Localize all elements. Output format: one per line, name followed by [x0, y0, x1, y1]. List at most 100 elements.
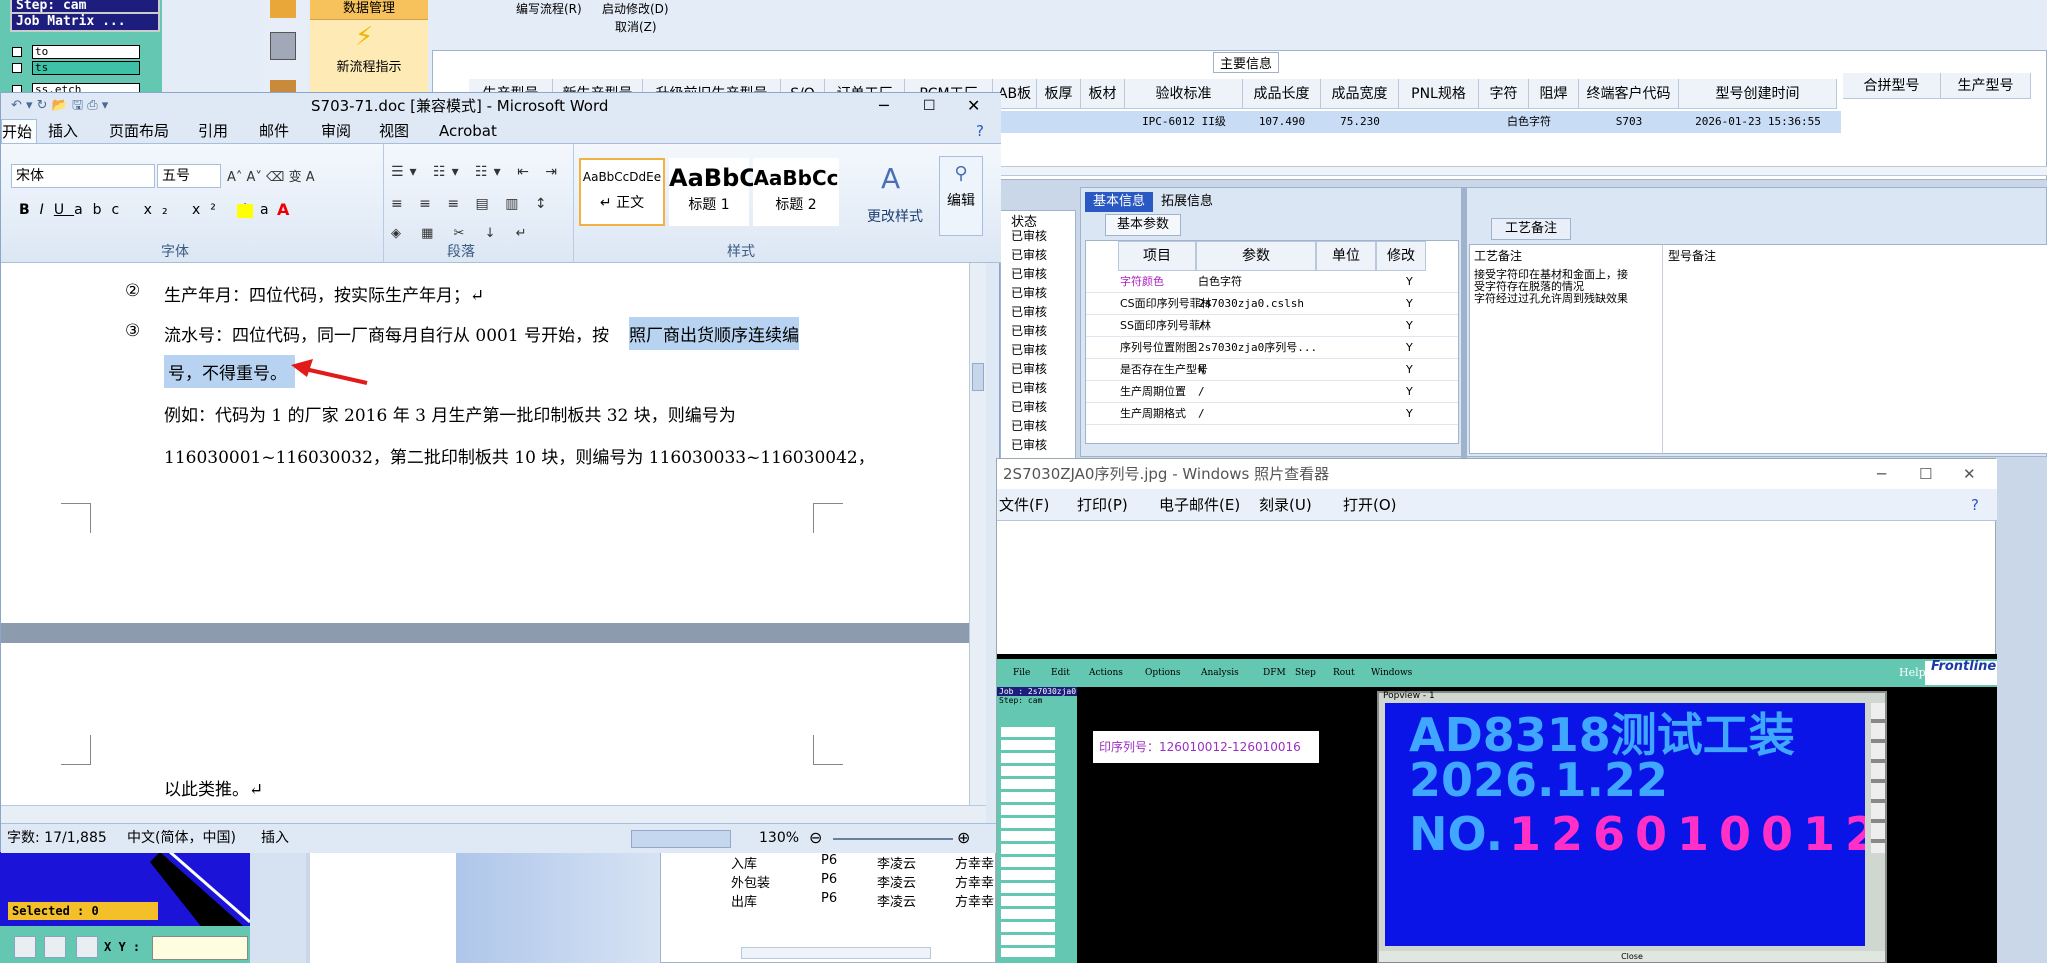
- help-icon[interactable]: ?: [1971, 489, 1979, 521]
- tree-scrollbar[interactable]: [741, 947, 931, 959]
- maximize-icon[interactable]: ☐: [923, 93, 936, 119]
- calculator-icon[interactable]: [270, 32, 296, 60]
- view-buttons[interactable]: [631, 830, 731, 848]
- col-header[interactable]: 阻焊: [1529, 79, 1579, 109]
- param-row[interactable]: 字符颜色 白色字符 Y: [1086, 271, 1458, 293]
- tab-basic-params[interactable]: 基本参数: [1105, 214, 1181, 236]
- menu-print[interactable]: 打印(P): [1077, 489, 1128, 521]
- maximize-icon[interactable]: ☐: [1919, 459, 1932, 489]
- cancel-button[interactable]: 取消(Z): [615, 18, 657, 35]
- col-header[interactable]: 板材: [1081, 79, 1125, 109]
- edit-group[interactable]: ⚲ 编辑: [939, 156, 983, 236]
- scroll-thumb[interactable]: [972, 363, 984, 391]
- col-header[interactable]: 成品宽度: [1321, 79, 1399, 109]
- tab-basic-info[interactable]: 基本信息: [1085, 192, 1153, 212]
- selected-text[interactable]: 照厂商出货顺序连续编: [629, 317, 799, 350]
- menu-burn[interactable]: 刻录(U): [1259, 489, 1312, 521]
- tree-name[interactable]: 外包装: [731, 872, 770, 891]
- quick-access-icons[interactable]: ↶ ▾ ↻ 📂 🖫 ⎙ ▾: [11, 93, 108, 119]
- list-buttons[interactable]: ☰▾ ☷▾ ☷▾ ⇤ ⇥: [391, 164, 563, 180]
- zoom-level[interactable]: 130%: [759, 824, 799, 852]
- col-unit[interactable]: 单位: [1316, 241, 1376, 271]
- vertical-scrollbar[interactable]: [969, 263, 986, 805]
- tab-ext-info[interactable]: 拓展信息: [1161, 192, 1213, 212]
- start-modify-button[interactable]: 启动修改(D): [602, 0, 669, 17]
- font-name-select[interactable]: 宋体: [11, 164, 155, 188]
- tab-mailings[interactable]: 邮件: [259, 119, 289, 143]
- menu-open[interactable]: 打开(O): [1343, 489, 1397, 521]
- param-row[interactable]: 是否存在生产型号 N Y: [1086, 359, 1458, 381]
- param-row[interactable]: 序列号位置附图 2s7030zja0序列号... Y: [1086, 337, 1458, 359]
- font-size-select[interactable]: 五号: [157, 164, 221, 188]
- tree-name[interactable]: 出库: [731, 891, 757, 910]
- popview-toolbar[interactable]: [1871, 703, 1885, 853]
- style-heading2[interactable]: AaBbCc 标题 2: [753, 158, 839, 226]
- col-item[interactable]: 项目: [1118, 241, 1196, 271]
- database-icon[interactable]: [270, 0, 296, 18]
- col-header[interactable]: 成品长度: [1243, 79, 1321, 109]
- minimize-icon[interactable]: ─: [879, 93, 889, 119]
- new-flow-button[interactable]: 新流程指示: [316, 56, 422, 75]
- change-style-button[interactable]: 更改样式: [867, 206, 923, 226]
- tab-layout[interactable]: 页面布局: [109, 119, 169, 143]
- xy-input[interactable]: [152, 936, 248, 960]
- close-icon[interactable]: ✕: [967, 93, 980, 119]
- style-normal[interactable]: AaBbCcDdEe ↵ 正文: [579, 158, 665, 226]
- param-row[interactable]: SS面印序列号菲林 / Y: [1086, 315, 1458, 337]
- grid-icon[interactable]: [76, 936, 98, 958]
- tree-name[interactable]: 入库: [731, 853, 757, 872]
- write-flow-button[interactable]: 编写流程(R): [516, 0, 582, 17]
- close-icon[interactable]: ✕: [1963, 459, 1976, 489]
- zoom-out-icon[interactable]: ⊖: [809, 824, 822, 852]
- menu-file[interactable]: 文件(F): [999, 489, 1049, 521]
- insert-mode[interactable]: 插入: [261, 824, 289, 852]
- data-mgmt-tab[interactable]: 数据管理: [310, 0, 428, 20]
- zoom-slider[interactable]: [833, 838, 953, 840]
- tab-view[interactable]: 视图: [379, 119, 409, 143]
- minimize-icon[interactable]: ─: [1877, 459, 1886, 489]
- language[interactable]: 中文(简体，中国): [127, 824, 236, 852]
- layer-row[interactable]: ts: [12, 61, 140, 75]
- popview-close-button[interactable]: Close: [1379, 951, 1885, 962]
- horizontal-scrollbar[interactable]: [1, 805, 986, 823]
- col-header[interactable]: 字符: [1479, 79, 1529, 109]
- col-header[interactable]: 终端客户代码: [1579, 79, 1679, 109]
- param-row[interactable]: CS面印序列号菲林 2s7030zja0.cslsh Y: [1086, 293, 1458, 315]
- tab-home[interactable]: 开始: [1, 119, 37, 143]
- highlight-icon[interactable]: [237, 204, 253, 218]
- tab-process-notes[interactable]: 工艺备注: [1491, 218, 1571, 240]
- param-row[interactable]: 生产周期位置 / Y: [1086, 381, 1458, 403]
- align-buttons[interactable]: ≡ ≡ ≡ ▤ ▥ ↕: [391, 196, 553, 212]
- zoom-icon[interactable]: [14, 936, 36, 958]
- grid-scrollbar[interactable]: [993, 166, 2047, 176]
- cam-graphic: Selected : 0 X Y :: [0, 852, 250, 963]
- col-header[interactable]: PNL规格: [1399, 79, 1479, 109]
- change-style-icon[interactable]: A: [881, 162, 900, 195]
- tab-review[interactable]: 审阅: [321, 119, 351, 143]
- tab-acrobat[interactable]: Acrobat: [439, 119, 497, 143]
- help-icon[interactable]: ?: [976, 119, 984, 143]
- col-header[interactable]: 型号创建时间: [1679, 79, 1837, 109]
- tab-references[interactable]: 引用: [198, 119, 228, 143]
- menu-email[interactable]: 电子邮件(E): [1159, 489, 1240, 521]
- layer-row[interactable]: to: [12, 45, 140, 59]
- splitter[interactable]: [1461, 188, 1467, 458]
- selected-text[interactable]: 号，不得重号。: [164, 355, 295, 388]
- style-heading1[interactable]: AaBbC 标题 1: [669, 158, 757, 226]
- job-matrix-button[interactable]: Job Matrix ...: [10, 12, 160, 32]
- tab-insert[interactable]: 插入: [48, 119, 78, 143]
- param-row[interactable]: 生产周期格式 / Y: [1086, 403, 1458, 425]
- notes-text: 接受字符印在基材和金面上，接 受字符存在脱落的情况 字符经过过孔允许周到残缺效果: [1474, 269, 1628, 305]
- col-header[interactable]: 验收标准: [1125, 79, 1243, 109]
- col-header[interactable]: 生产型号: [1941, 73, 2031, 99]
- col-param[interactable]: 参数: [1196, 241, 1316, 271]
- word-count[interactable]: 字数: 17/1,885: [7, 824, 107, 852]
- zoom-in-icon[interactable]: ⊕: [957, 824, 970, 852]
- font-size-buttons[interactable]: A˄ A˅ ⌫ 变 A: [227, 166, 315, 185]
- col-mod[interactable]: 修改: [1376, 241, 1426, 271]
- measure-icon[interactable]: [44, 936, 66, 958]
- font-color-icon[interactable]: A: [277, 200, 289, 219]
- shade-buttons[interactable]: ◈ ▦ ✂ ↓ ↵: [391, 226, 535, 241]
- col-header[interactable]: 合拼型号: [1843, 73, 1941, 99]
- col-header[interactable]: 板厚: [1037, 79, 1081, 109]
